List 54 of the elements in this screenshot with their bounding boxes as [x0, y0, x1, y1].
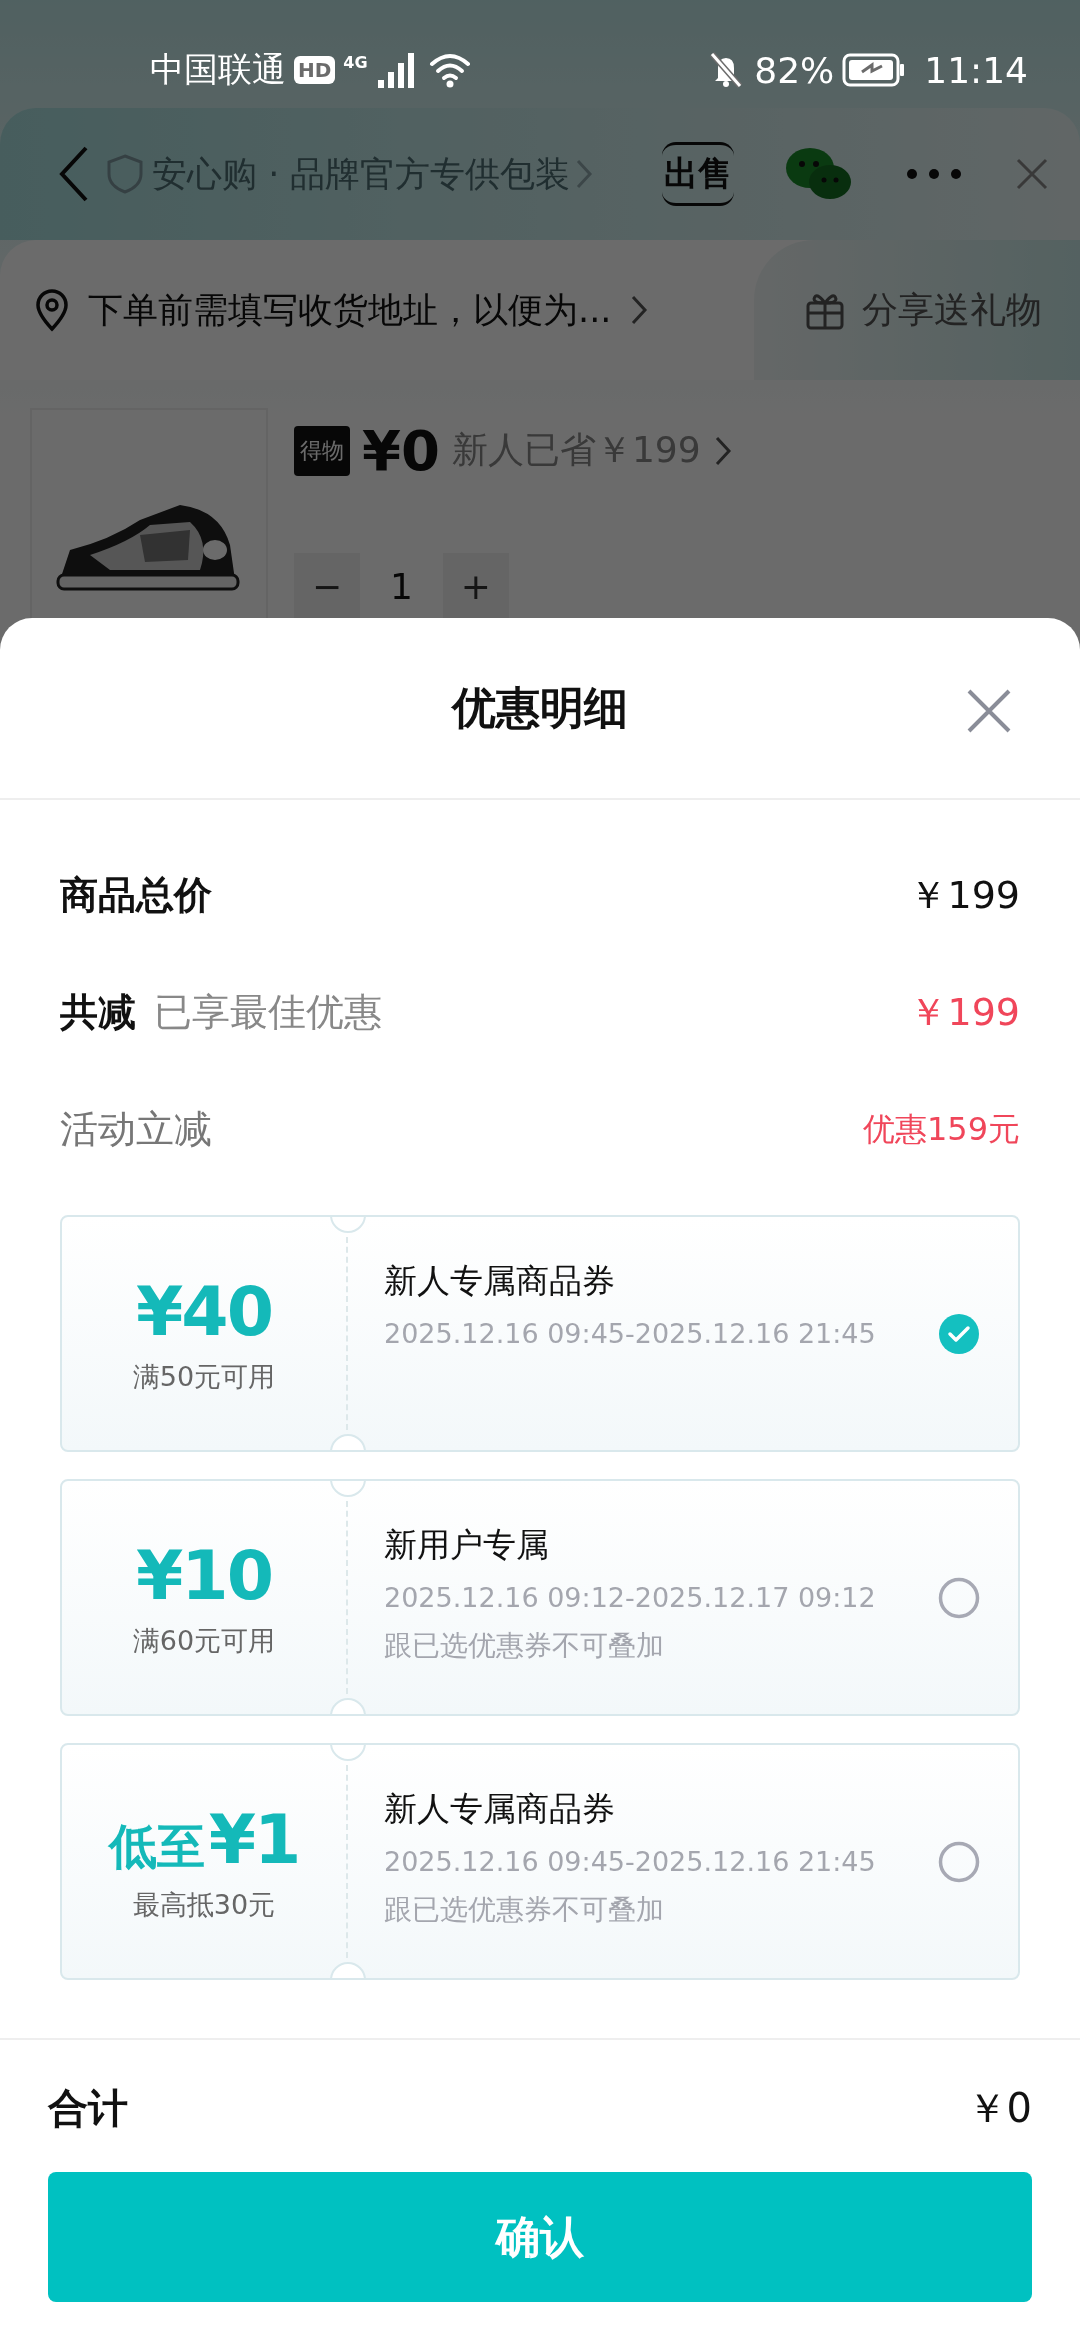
coupon-amount: ¥40 [136, 1272, 272, 1351]
share-gift-label: 分享送礼物 [862, 287, 1042, 332]
coupon-condition: 满60元可用 [132, 1624, 276, 1658]
sheet-title: 优惠明细 [452, 680, 628, 735]
summary-value: 优惠159元 [862, 1108, 1020, 1150]
total-label: 合计 [48, 2083, 128, 2133]
total-value: ￥0 [966, 2083, 1032, 2133]
address-prompt: 下单前需填写收货地址，以便为... [88, 288, 612, 332]
coupon-title: 新人专属商品券 [384, 1788, 616, 1830]
coupon-card[interactable]: 低至¥1 最高抵30元 新人专属商品券 2025.12.16 09:45-2025.12.16 21:45 跟已选优惠券不可叠加 [60, 1743, 1020, 1980]
clock-time: 11:14 [924, 49, 1028, 91]
summary-label: 活动立减 [60, 1106, 212, 1153]
validity-period: 2025.12.16 09:12-2025.12.17 09:12 [384, 1582, 877, 1613]
radio-icon[interactable] [938, 1576, 980, 1619]
summary-label: 商品总价 [60, 872, 212, 919]
quantity-value: 1 [390, 565, 413, 607]
coupon-note: 跟已选优惠券不可叠加 [384, 1628, 665, 1664]
checked-radio-icon[interactable] [938, 1312, 980, 1355]
battery-icon [842, 52, 907, 88]
coupon-amount: ¥1 [208, 1800, 300, 1879]
coupon-condition: 满50元可用 [132, 1360, 276, 1394]
amount-prefix: 低至 [108, 1817, 205, 1876]
radio-icon[interactable] [938, 1840, 980, 1883]
summary-value: ￥199 [909, 989, 1020, 1036]
carrier-name: 中国联通 [150, 48, 286, 91]
coupon-card[interactable]: ¥10 满60元可用 新用户专属 2025.12.16 09:12-2025.12.17 09:12 跟已选优惠券不可叠加 [60, 1479, 1020, 1716]
chevron-right-icon [629, 293, 650, 327]
summary-value: ￥199 [909, 872, 1020, 919]
address-card[interactable]: 下单前需填写收货地址，以便为... [0, 286, 650, 334]
validity-period: 2025.12.16 09:45-2025.12.16 21:45 [384, 1318, 877, 1349]
location-pin-icon [34, 288, 70, 332]
coupon-note: 跟已选优惠券不可叠加 [384, 1892, 665, 1928]
share-gift-tab[interactable]: 分享送礼物 [754, 240, 1080, 380]
chevron-right-icon [574, 157, 595, 191]
close-icon[interactable] [966, 688, 1012, 734]
plus-button[interactable]: + [442, 553, 509, 619]
coupon-title: 新人专属商品券 [384, 1260, 616, 1302]
summary-note: 已享最佳优惠 [154, 989, 382, 1036]
battery-percent: 82% [754, 49, 835, 91]
hd-badge: HD [294, 56, 336, 84]
confirm-button[interactable]: 确认 [48, 2172, 1032, 2302]
minus-button[interactable]: − [294, 553, 360, 619]
coupon-title: 新用户专属 [384, 1524, 550, 1566]
brand-logo: 得物 [294, 425, 350, 476]
summary-label: 共减 [60, 989, 136, 1036]
validity-period: 2025.12.16 09:45-2025.12.16 21:45 [384, 1846, 877, 1877]
sell-button[interactable]: 出售 [662, 142, 734, 206]
close-icon[interactable] [1014, 156, 1050, 192]
shield-icon [106, 154, 144, 194]
price: ¥0 [362, 418, 440, 483]
network-label: 4G [343, 53, 368, 72]
coupon-condition: 最高抵30元 [132, 1888, 276, 1922]
coupon-amount: ¥10 [136, 1536, 272, 1615]
coupon-card[interactable]: ¥40 满50元可用 新人专属商品券 2025.12.16 09:45-2025.12.16 21:45 [60, 1215, 1020, 1452]
